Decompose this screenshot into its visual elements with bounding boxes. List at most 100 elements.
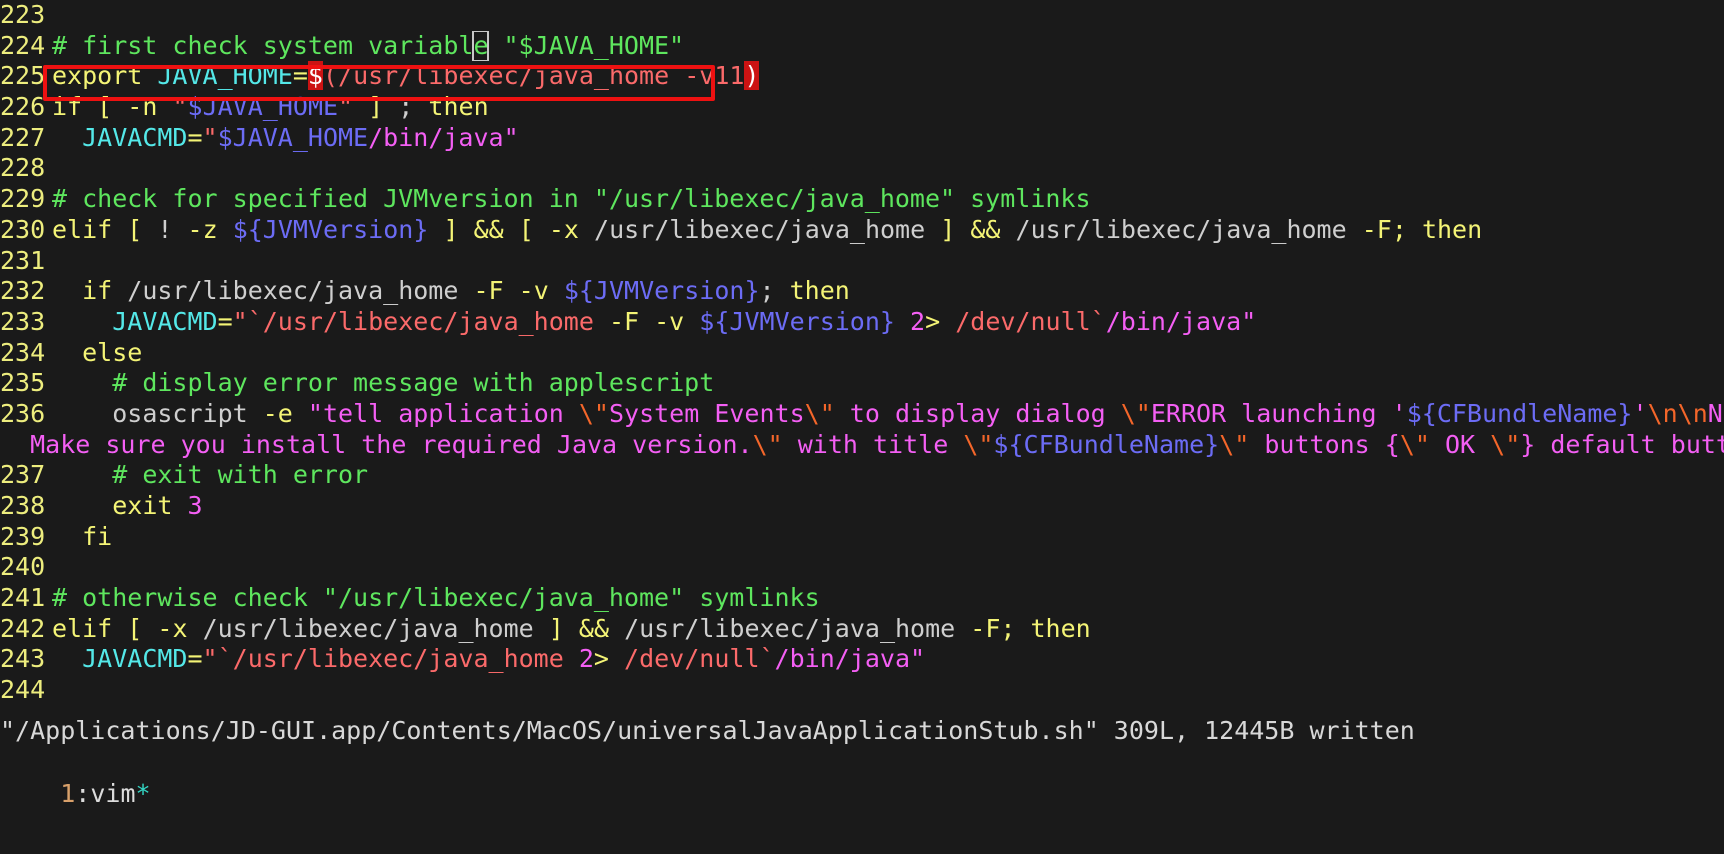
code-token: "` — [202, 644, 233, 674]
code-token: -z — [187, 214, 218, 244]
code-token: JAVACMD — [82, 644, 188, 674]
editor-line[interactable]: 230 elif [ ! -z ${JVMVersion} ] && [ -x /… — [0, 215, 1724, 246]
code-token: to display dialog — [834, 398, 1121, 428]
editor-line[interactable]: 236 osascript -e "tell application \"Sys… — [0, 399, 1724, 430]
code-token: ERROR launching ' — [1150, 398, 1407, 428]
code-token: ( — [322, 61, 339, 91]
code-token: OK — [1429, 429, 1491, 459]
code-token: JAVACMD — [112, 306, 218, 336]
code-token: osascript — [112, 398, 248, 428]
line-content: osascript -e "tell application \"System … — [52, 399, 1724, 430]
editor-line[interactable]: 238 exit 3 — [0, 491, 1724, 522]
code-token: ${JVMVersion} — [232, 214, 429, 244]
tab-modified-flag: * — [135, 778, 151, 808]
editor-line[interactable]: 240 — [0, 552, 1724, 583]
editor-line[interactable]: 243 JAVACMD="`/usr/libexec/java_home 2> … — [0, 644, 1724, 675]
editor-line[interactable]: 225 export JAVA_HOME=$(/usr/libexec/java_… — [0, 61, 1724, 92]
editor-line[interactable]: 241 # otherwise check "/usr/libexec/java_… — [0, 583, 1724, 614]
editor-line[interactable]: 228 — [0, 153, 1724, 184]
code-token: if — [52, 92, 83, 122]
editor-line[interactable]: 231 — [0, 246, 1724, 277]
line-content: # check for specified JVMversion in "/us… — [52, 184, 1724, 215]
editor-line[interactable]: 229 # check for specified JVMversion in "… — [0, 184, 1724, 215]
code-token: -n — [127, 92, 158, 122]
line-number: 226 — [0, 92, 46, 122]
editor-line[interactable]: 242 elif [ -x /usr/libexec/java_home ] &&… — [0, 614, 1724, 645]
code-token: " — [910, 644, 926, 674]
terminal-screen: 223 224 # first check system variable "$JA… — [0, 0, 1724, 854]
code-token: System Events — [608, 398, 805, 428]
editor-line[interactable]: 226 if [ -n "$JAVA_HOME" ] ; then — [0, 92, 1724, 123]
line-content: # first check system variable "$JAVA_HOM… — [52, 30, 1724, 62]
editor-line[interactable]: 235 # display error message with applesc… — [0, 368, 1724, 399]
code-token: " — [172, 92, 188, 122]
code-token: " — [338, 92, 354, 122]
code-token: -v — [654, 306, 685, 336]
code-token: = — [187, 644, 203, 674]
code-token: then — [1030, 613, 1091, 643]
line-number: 234 — [0, 337, 46, 367]
line-number: 240 — [0, 552, 46, 582]
line-number: 231 — [0, 245, 46, 275]
code-token: No suitab — [1707, 398, 1724, 428]
code-token: -v — [518, 276, 549, 306]
editor-line[interactable]: 232 if /usr/libexec/java_home -F -v ${JV… — [0, 276, 1724, 307]
code-token: [ — [518, 214, 534, 244]
code-token: /usr/libexec/java_home -v11 — [338, 61, 745, 91]
code-token: JAVA_HOME — [157, 61, 293, 91]
code-token: [ — [127, 214, 143, 244]
line-content: JAVACMD="$JAVA_HOME/bin/java" — [52, 123, 1724, 154]
code-token: " — [307, 398, 323, 428]
line-content: if [ -n "$JAVA_HOME" ] ; then — [52, 92, 1724, 123]
code-token: \" — [1399, 429, 1430, 459]
vim-tab-line[interactable]: 1:vim* — [0, 748, 1724, 808]
editor-line[interactable]: 239 fi — [0, 522, 1724, 553]
code-token: " — [202, 122, 218, 152]
code-token: ${JVMVersion} — [699, 306, 895, 336]
code-token: tell application — [322, 398, 579, 428]
vim-editor-buffer[interactable]: 223 224 # first check system variable "$JA… — [0, 0, 1724, 785]
code-token: \" — [578, 398, 609, 428]
code-token: # first check system variabl — [52, 30, 474, 60]
code-token: JAVACMD — [82, 122, 188, 152]
editor-line[interactable]: 237 # exit with error — [0, 460, 1724, 491]
editor-line[interactable]: 224 # first check system variable "$JAVA_… — [0, 30, 1724, 62]
editor-line[interactable]: 234 else — [0, 338, 1724, 369]
editor-line[interactable]: 223 — [0, 0, 1724, 31]
code-token: 2 — [910, 306, 926, 336]
editor-line[interactable]: 244 — [0, 675, 1724, 706]
line-content: # display error message with applescript — [52, 368, 1724, 399]
code-token: # display error message with applescript — [112, 368, 715, 398]
code-token: /usr/libexec/java_home — [624, 613, 956, 643]
code-token: elif — [52, 613, 113, 643]
line-number: 241 — [0, 583, 46, 613]
editor-line[interactable]: 227 JAVACMD="$JAVA_HOME/bin/java" — [0, 123, 1724, 154]
code-token: ' — [1632, 398, 1648, 428]
line-content: elif [ -x /usr/libexec/java_home ] && /u… — [52, 614, 1724, 645]
editor-line[interactable]: 233 JAVACMD="`/usr/libexec/java_home -F … — [0, 307, 1724, 338]
code-token: \" — [752, 429, 783, 459]
code-token: "$JAVA_HOME" — [488, 30, 685, 60]
text-cursor[interactable]: e — [472, 30, 490, 62]
vim-status-line: "/Applications/JD-GUI.app/Contents/MacOS… — [0, 716, 1415, 745]
